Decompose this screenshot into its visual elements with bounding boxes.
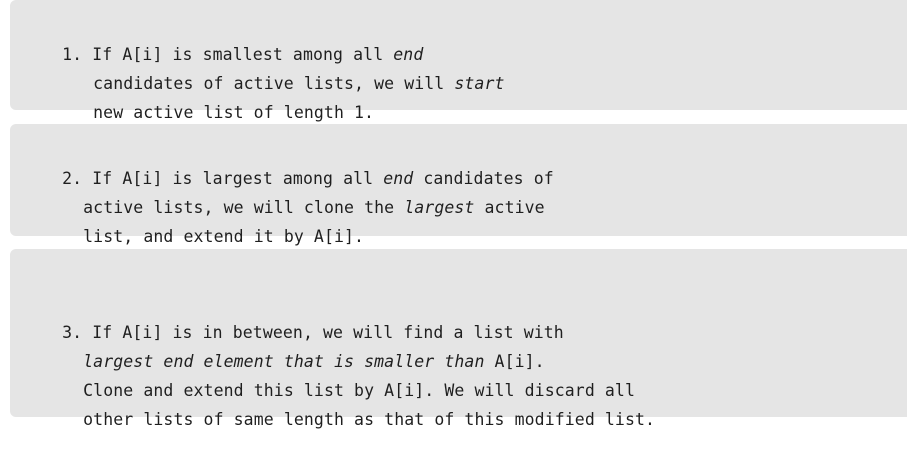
note-line: new active list of length 1. [93, 103, 375, 122]
note-line: Clone and extend this list by A[i]. We w… [83, 381, 636, 400]
note-line: other lists of same length as that of th… [83, 410, 656, 429]
note-line: largest end element that is smaller than… [83, 352, 545, 371]
note-block-2: 2. If A[i] is largest among all end cand… [10, 124, 907, 246]
note-line: candidates of active lists, we will star… [93, 74, 505, 93]
note-line: 2. If A[i] is largest among all end cand… [62, 169, 554, 188]
note-line: active lists, we will clone the largest … [83, 198, 545, 217]
note-line: 3. If A[i] is in between, we will find a… [62, 323, 564, 342]
note-block-1: 1. If A[i] is smallest among all end can… [10, 0, 907, 122]
note-block-3: 3. If A[i] is in between, we will find a… [10, 249, 907, 429]
note-line: 1. If A[i] is smallest among all end [62, 45, 424, 64]
note-line: list, and extend it by A[i]. [83, 227, 365, 246]
